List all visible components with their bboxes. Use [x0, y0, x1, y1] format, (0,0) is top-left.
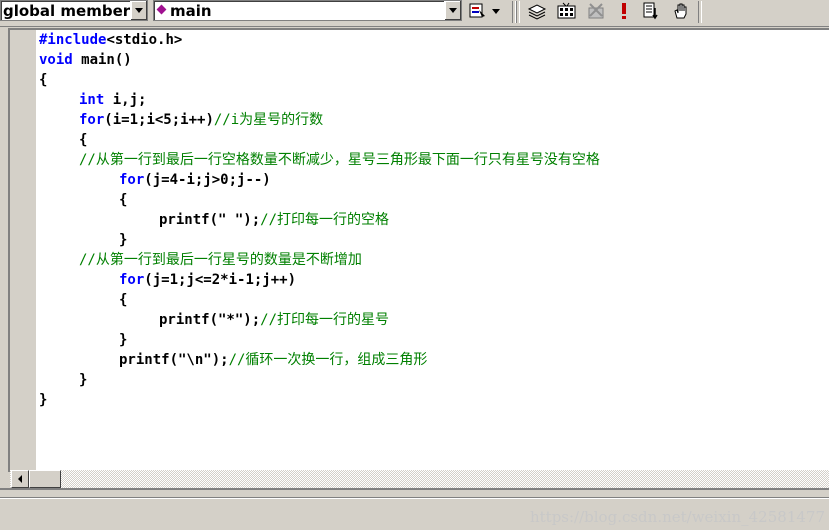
- code-comment: //从第一行到最后一行空格数量不断减少，星号三角形最下面一行只有星号没有空格: [79, 152, 600, 168]
- insert-breakpoint-button[interactable]: [670, 0, 692, 22]
- code-text: {: [119, 192, 128, 208]
- chevron-down-icon: [135, 8, 143, 13]
- code-text: }: [119, 232, 128, 248]
- code-text: (j=4-i;j>0;j--): [144, 172, 271, 188]
- code-comment: //打印每一行的空格: [260, 212, 390, 228]
- function-combo[interactable]: main: [153, 0, 462, 21]
- code-text: }: [119, 332, 128, 348]
- code-editor[interactable]: #include<stdio.h> void main(){int i,j; for…: [36, 30, 829, 470]
- code-line: {: [79, 130, 87, 150]
- build-icon: [557, 2, 576, 19]
- wizard-bar-actions-button[interactable]: [467, 0, 489, 22]
- scope-combo-value: global members: [3, 2, 140, 20]
- code-line: }: [79, 370, 87, 390]
- code-keyword: for: [119, 272, 145, 288]
- code-line: int i,j;: [79, 90, 146, 110]
- code-comment: //循环一次换一行，组成三角形: [228, 352, 428, 368]
- wizard-bar-dropdown-button[interactable]: [489, 0, 503, 22]
- wizard-toolbar: global members main: [0, 0, 829, 27]
- watermark-text: https://blog.csdn.net/weixin_42581477: [529, 508, 825, 526]
- code-keyword: for: [119, 172, 145, 188]
- code-line: for(j=4-i;j>0;j--): [119, 170, 271, 190]
- code-text: {: [39, 72, 48, 88]
- function-combo-dropdown-button[interactable]: [444, 1, 461, 20]
- stop-build-icon: [588, 3, 604, 19]
- code-text: <stdio.h>: [106, 32, 183, 48]
- code-line: {: [119, 290, 127, 310]
- code-keyword: int: [79, 92, 105, 108]
- compile-icon: [527, 4, 547, 20]
- code-text: {: [119, 292, 128, 308]
- code-line: printf(" ");//打印每一行的空格: [159, 210, 389, 230]
- code-text: main(): [72, 52, 132, 68]
- code-comment: //i为星号的行数: [213, 112, 324, 128]
- scrollbar-thumb[interactable]: [29, 470, 61, 488]
- code-line: void main(): [39, 50, 132, 70]
- code-text: }: [79, 372, 88, 388]
- code-line: {: [119, 190, 127, 210]
- code-line: //从第一行到最后一行星号的数量是不断增加: [79, 250, 362, 270]
- execute-icon: [622, 3, 626, 19]
- code-text: printf("*");: [159, 312, 261, 328]
- code-line: for(j=1;j<=2*i-1;j++): [119, 270, 296, 290]
- code-line: //从第一行到最后一行空格数量不断减少，星号三角形最下面一行只有星号没有空格: [79, 150, 600, 170]
- build-button[interactable]: [556, 0, 578, 22]
- code-text: }: [39, 392, 48, 408]
- code-keyword: #include: [39, 32, 107, 48]
- code-line: }: [119, 230, 127, 250]
- code-line: printf("\n");//循环一次换一行，组成三角形: [119, 350, 427, 370]
- execute-button[interactable]: [613, 0, 635, 22]
- scope-combo-dropdown-button[interactable]: [130, 1, 147, 20]
- code-line: printf("*");//打印每一行的星号: [159, 310, 389, 330]
- divider: [0, 498, 829, 499]
- scroll-left-button[interactable]: [11, 470, 29, 488]
- horizontal-scrollbar[interactable]: [10, 470, 829, 488]
- selection-margin[interactable]: [10, 30, 36, 470]
- code-keyword: void: [39, 52, 73, 68]
- code-text: (i=1;i<5;i++): [104, 112, 214, 128]
- toolbar-separator: [516, 1, 520, 23]
- code-text: (j=1;j<=2*i-1;j++): [144, 272, 297, 288]
- code-text: {: [79, 132, 88, 148]
- code-text: printf(" ");: [159, 212, 261, 228]
- function-combo-value: main: [170, 2, 212, 20]
- member-function-icon: [156, 4, 167, 15]
- go-icon: [643, 2, 658, 20]
- code-text: i,j;: [104, 92, 147, 108]
- go-button[interactable]: [641, 0, 663, 22]
- code-comment: //从第一行到最后一行星号的数量是不断增加: [79, 252, 362, 268]
- chevron-down-icon: [492, 8, 500, 14]
- code-line: {: [39, 70, 47, 90]
- code-line: }: [119, 330, 127, 350]
- toolbar-separator: [698, 1, 702, 23]
- chevron-down-icon: [449, 8, 457, 13]
- code-keyword: for: [79, 112, 105, 128]
- code-line: #include<stdio.h>: [39, 30, 182, 50]
- scrollbar-track[interactable]: [10, 470, 829, 488]
- wizard-bar-icon: [469, 3, 485, 18]
- code-line: for(i=1;i<5;i++)//i为星号的行数: [79, 110, 323, 130]
- arrow-left-icon: [18, 475, 22, 483]
- code-line: }: [39, 390, 47, 410]
- compile-button[interactable]: [526, 0, 548, 22]
- code-comment: //打印每一行的星号: [260, 312, 390, 328]
- scope-combo[interactable]: global members: [0, 0, 148, 21]
- breakpoint-icon: [674, 3, 687, 19]
- stop-build-button[interactable]: [585, 0, 607, 22]
- code-text: printf("\n");: [119, 352, 229, 368]
